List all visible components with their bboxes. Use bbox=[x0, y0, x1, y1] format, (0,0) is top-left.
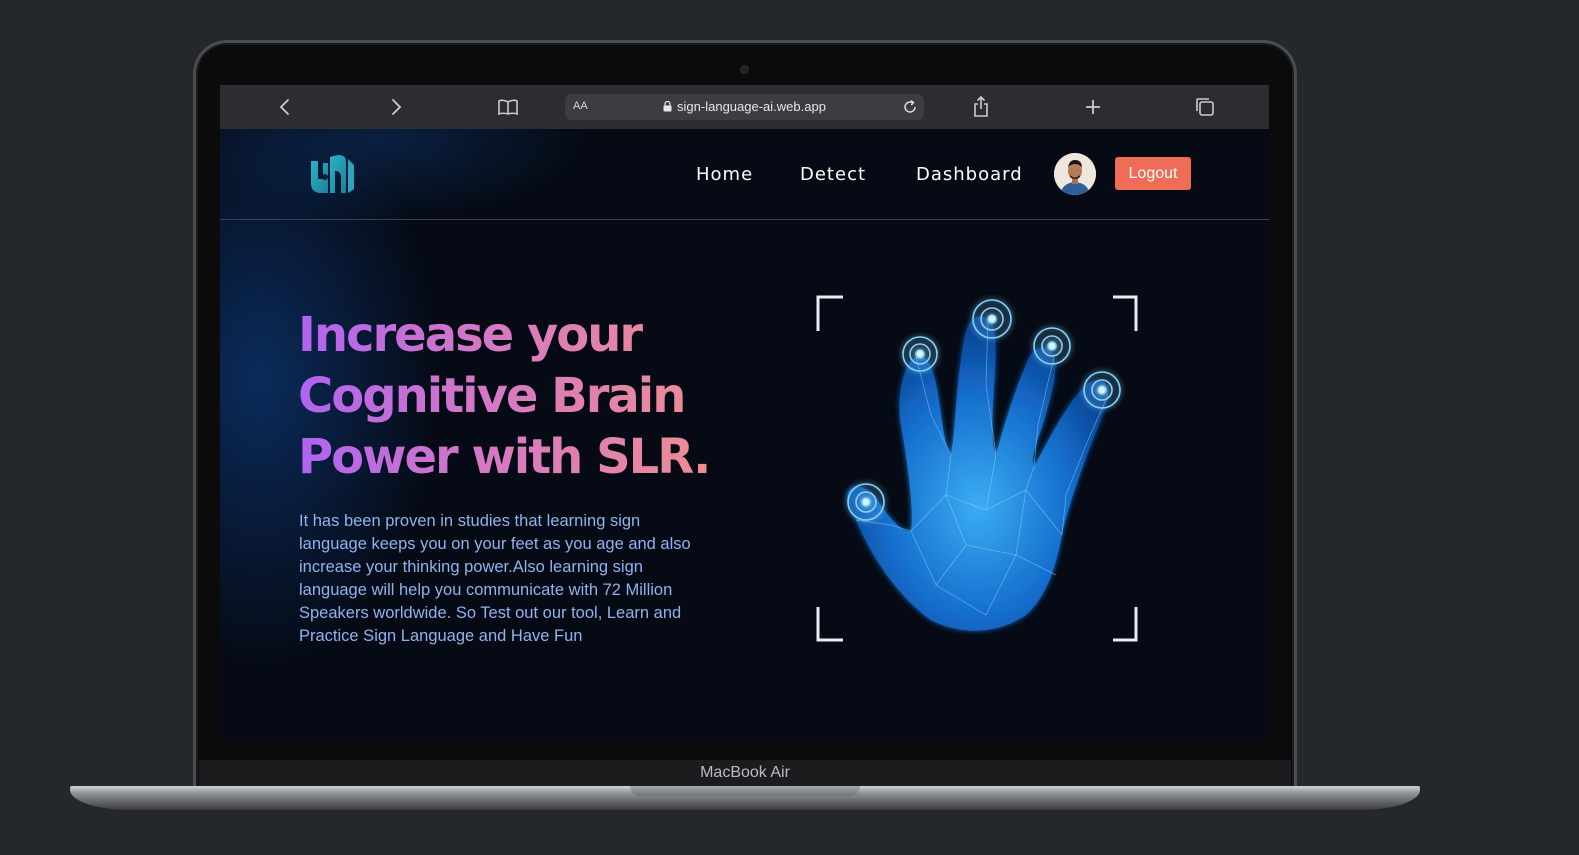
bezel-bottom: MacBook Air bbox=[199, 760, 1291, 788]
reload-icon[interactable] bbox=[900, 97, 920, 117]
tabs-icon[interactable] bbox=[1193, 95, 1217, 119]
nav-detect[interactable]: Detect bbox=[800, 164, 866, 185]
site-navbar: Home Detect Dashboard Logout bbox=[220, 129, 1269, 220]
nav-dashboard[interactable]: Dashboard bbox=[916, 164, 1023, 185]
url-value: sign-language-ai.web.app bbox=[677, 99, 826, 114]
browser-toolbar: AA sign-language-ai.web.app bbox=[220, 85, 1269, 130]
logout-button[interactable]: Logout bbox=[1115, 157, 1191, 190]
site-logo[interactable] bbox=[308, 149, 358, 199]
screen: AA sign-language-ai.web.app Home Detect … bbox=[220, 85, 1269, 741]
share-icon[interactable] bbox=[969, 95, 993, 119]
bookmarks-icon[interactable] bbox=[496, 95, 520, 119]
address-bar[interactable]: AA sign-language-ai.web.app bbox=[565, 94, 924, 120]
new-tab-icon[interactable] bbox=[1081, 95, 1105, 119]
camera bbox=[741, 66, 748, 73]
device-label: MacBook Air bbox=[700, 764, 790, 781]
hero-description: It has been proven in studies that learn… bbox=[299, 512, 691, 645]
nav-home[interactable]: Home bbox=[696, 164, 753, 185]
back-icon[interactable] bbox=[273, 95, 297, 119]
website: Home Detect Dashboard Logout Increase yo… bbox=[220, 129, 1269, 741]
laptop-base-notch bbox=[630, 786, 860, 796]
avatar-image bbox=[1054, 153, 1096, 195]
hero-title: Increase your Cognitive Brain Power with… bbox=[298, 305, 728, 488]
hand-scan-illustration bbox=[816, 295, 1138, 642]
url-text: sign-language-ai.web.app bbox=[565, 99, 924, 114]
lock-icon bbox=[663, 101, 672, 112]
avatar[interactable] bbox=[1054, 153, 1096, 195]
forward-icon[interactable] bbox=[384, 95, 408, 119]
hand-shape bbox=[847, 316, 1109, 631]
